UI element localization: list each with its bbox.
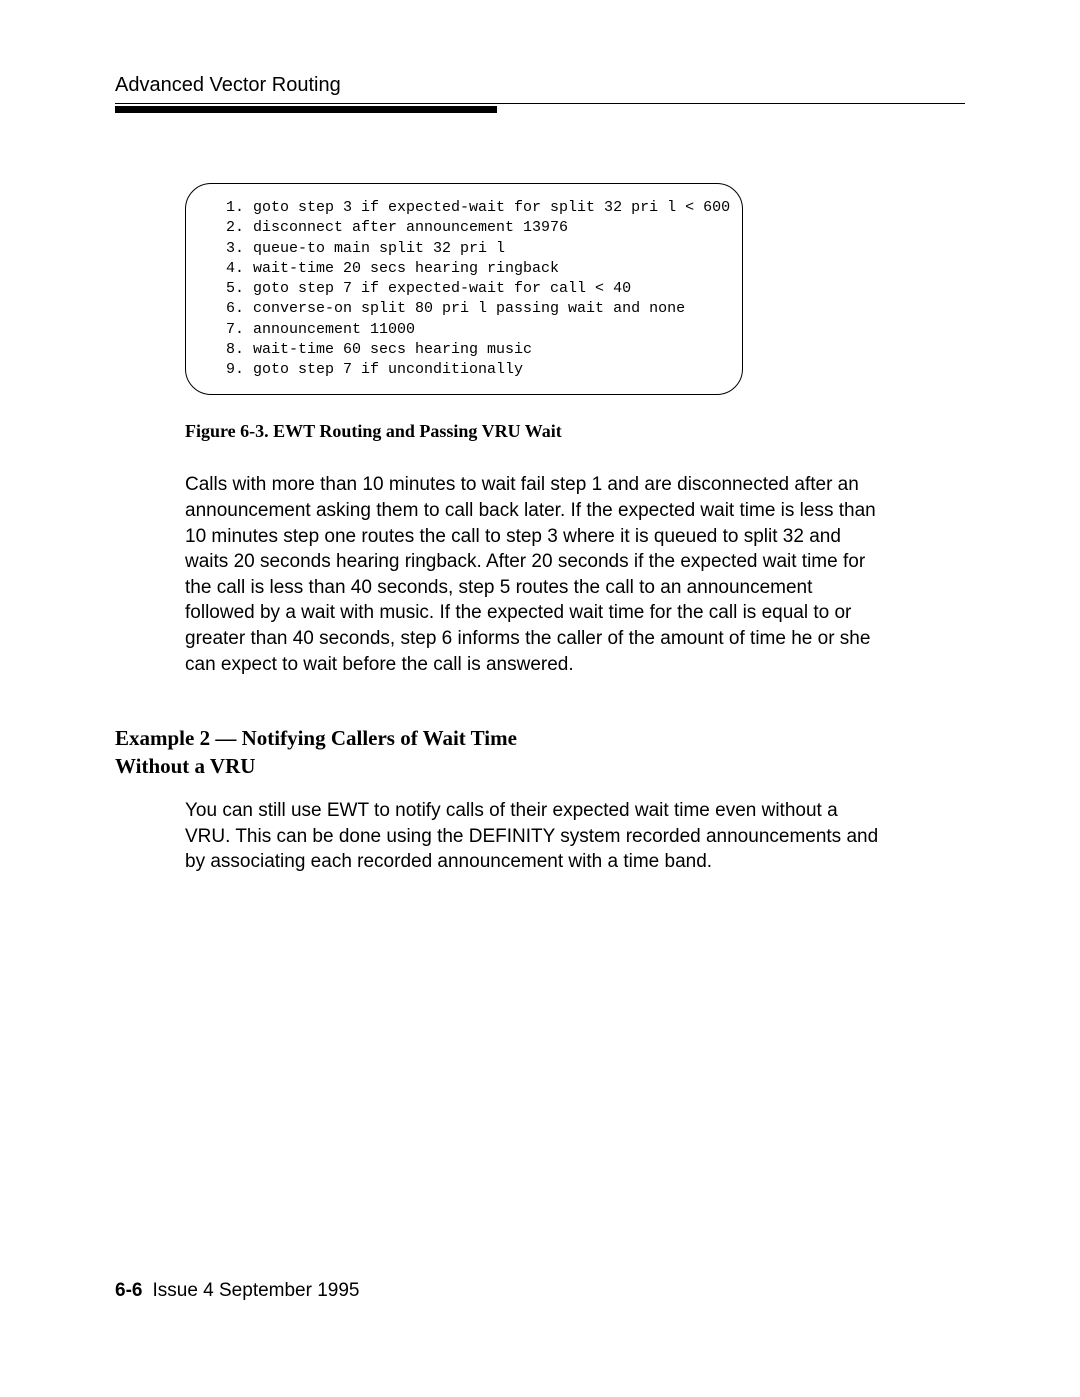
code-box-wrapper: 1. goto step 3 if expected-wait for spli…	[185, 183, 743, 395]
code-line: 2. disconnect after announcement 13976	[226, 219, 568, 236]
figure-caption: Figure 6-3. EWT Routing and Passing VRU …	[185, 421, 965, 442]
running-header: Advanced Vector Routing	[115, 74, 965, 97]
issue-text: Issue 4 September 1995	[152, 1280, 359, 1301]
code-line: 1. goto step 3 if expected-wait for spli…	[226, 199, 730, 216]
section-heading: Example 2 — Notifying Callers of Wait Ti…	[115, 725, 555, 780]
paragraph-1: Calls with more than 10 minutes to wait …	[185, 472, 885, 677]
page-footer: 6-6 Issue 4 September 1995	[115, 1280, 360, 1302]
code-line: 8. wait-time 60 secs hearing music	[226, 341, 532, 358]
paragraph-2: You can still use EWT to notify calls of…	[185, 798, 885, 875]
code-line: 7. announcement 11000	[226, 321, 415, 338]
header-rule-thick	[115, 106, 497, 113]
page-number: 6-6	[115, 1280, 142, 1301]
code-line: 9. goto step 7 if unconditionally	[226, 361, 523, 378]
code-line: 4. wait-time 20 secs hearing ringback	[226, 260, 559, 277]
vector-code-box: 1. goto step 3 if expected-wait for spli…	[185, 183, 743, 395]
header-rule-thin	[115, 103, 965, 104]
code-line: 5. goto step 7 if expected-wait for call…	[226, 280, 631, 297]
code-line: 3. queue-to main split 32 pri l	[226, 240, 505, 257]
code-line: 6. converse-on split 80 pri l passing wa…	[226, 300, 685, 317]
page: Advanced Vector Routing 1. goto step 3 i…	[0, 0, 1080, 1397]
